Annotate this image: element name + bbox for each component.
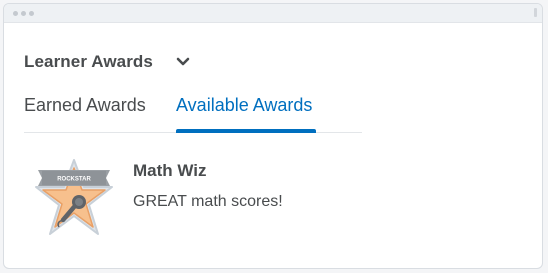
window-dot-icon xyxy=(13,11,18,16)
tab-selected-indicator xyxy=(176,129,316,133)
widget-window: Learner Awards Earned Awards Available A… xyxy=(3,3,543,269)
award-description: GREAT math scores! xyxy=(133,193,283,210)
widget-title: Learner Awards xyxy=(24,52,153,71)
window-titlebar xyxy=(4,4,542,23)
tab-available-awards-label: Available Awards xyxy=(176,95,313,115)
award-badge: ROCKSTAR xyxy=(35,159,113,235)
widget-header: Learner Awards xyxy=(24,52,193,72)
window-dot-icon xyxy=(29,11,34,16)
award-name: Math Wiz xyxy=(133,161,207,180)
award-list-item: ROCKSTAR Math Wiz GREAT math scores! xyxy=(32,156,512,242)
tab-earned-awards-label: Earned Awards xyxy=(24,95,146,115)
award-tabs: Earned Awards Available Awards xyxy=(24,92,362,133)
window-corner-icon xyxy=(534,8,537,17)
tab-earned-awards[interactable]: Earned Awards xyxy=(24,92,146,132)
badge-banner-text: ROCKSTAR xyxy=(57,177,91,183)
window-dot-icon xyxy=(21,11,26,16)
tab-available-awards[interactable]: Available Awards xyxy=(176,92,316,133)
chevron-down-icon[interactable] xyxy=(173,53,193,71)
